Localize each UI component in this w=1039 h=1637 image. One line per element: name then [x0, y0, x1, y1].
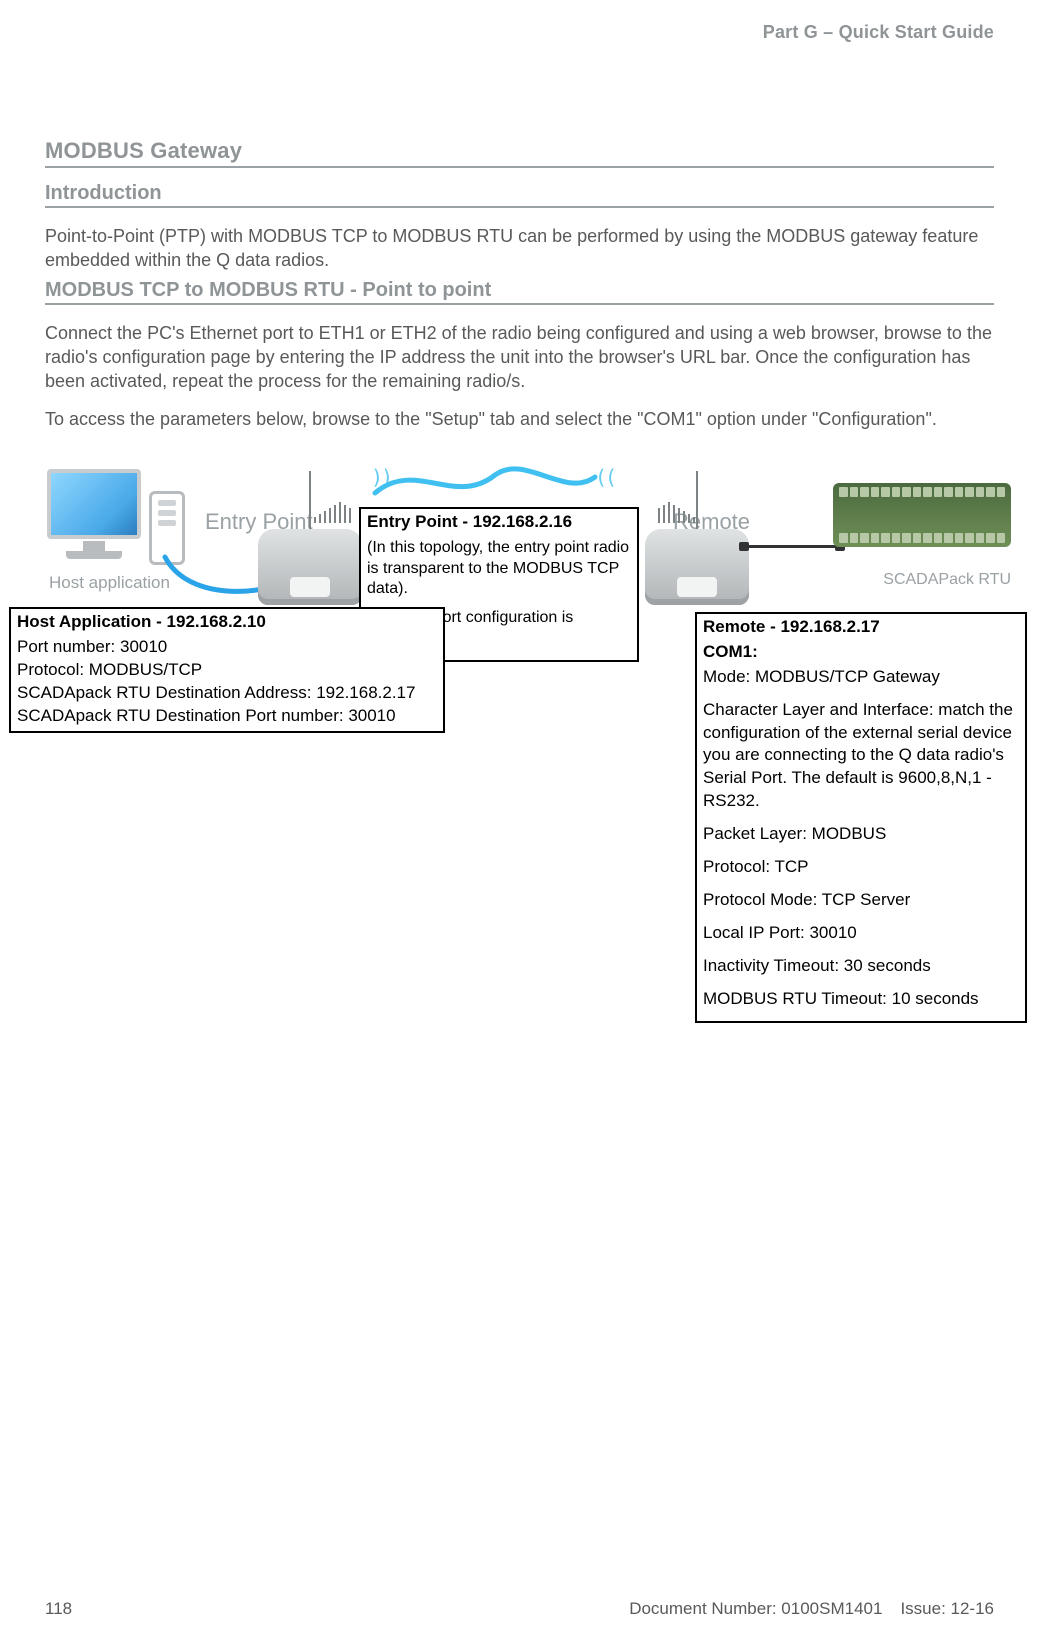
issue-number: Issue: 12-16 — [900, 1599, 994, 1619]
remote-callout-com1: COM1: — [703, 641, 1019, 664]
connect-paragraph: Connect the PC's Ethernet port to ETH1 o… — [45, 321, 994, 394]
page-footer: 118 Document Number: 0100SM1401 Issue: 1… — [45, 1599, 994, 1619]
host-caption: Host application — [49, 573, 170, 593]
remote-callout: Remote - 192.168.2.17 COM1: Mode: MODBUS… — [695, 612, 1027, 1023]
running-header: Part G – Quick Start Guide — [45, 22, 994, 43]
host-callout-title: Host Application - 192.168.2.10 — [11, 609, 443, 636]
remote-callout-l4: Protocol: TCP — [703, 856, 1019, 879]
host-callout-l1: Port number: 30010 — [17, 636, 437, 659]
intro-paragraph: Point-to-Point (PTP) with MODBUS TCP to … — [45, 224, 994, 273]
remote-callout-title: Remote - 192.168.2.17 — [697, 614, 1025, 641]
remote-callout-l3: Packet Layer: MODBUS — [703, 823, 1019, 846]
rtu-caption: SCADAPack RTU — [871, 571, 1011, 589]
remote-callout-l1: Mode: MODBUS/TCP Gateway — [703, 666, 1019, 689]
host-callout-l3: SCADApack RTU Destination Address: 192.1… — [17, 682, 437, 705]
remote-callout-l2: Character Layer and Interface: match the… — [703, 699, 1019, 814]
remote-callout-l5: Protocol Mode: TCP Server — [703, 889, 1019, 912]
document-number: Document Number: 0100SM1401 — [629, 1599, 882, 1619]
monitor-icon — [45, 469, 143, 567]
topology-diagram: Host application Entry Point )) — [45, 457, 993, 897]
host-app-callout: Host Application - 192.168.2.10 Port num… — [9, 607, 445, 734]
remote-callout-l6: Local IP Port: 30010 — [703, 922, 1019, 945]
host-callout-l4: SCADApack RTU Destination Port number: 3… — [17, 705, 437, 728]
section-heading: MODBUS Gateway — [45, 138, 994, 168]
host-callout-l2: Protocol: MODBUS/TCP — [17, 659, 437, 682]
serial-cable-icon — [747, 545, 837, 548]
remote-radio-icon — [645, 529, 749, 605]
entry-callout-line1: (In this topology, the entry point radio… — [367, 538, 631, 600]
entry-callout-title: Entry Point - 192.168.2.16 — [361, 509, 637, 536]
access-paragraph: To access the parameters below, browse t… — [45, 407, 994, 431]
remote-callout-l7: Inactivity Timeout: 30 seconds — [703, 955, 1019, 978]
entry-radio-icon — [258, 529, 362, 605]
page-number: 118 — [45, 1599, 72, 1619]
sub-heading-ptp: MODBUS TCP to MODBUS RTU - Point to poin… — [45, 279, 994, 305]
scadapack-rtu-icon — [833, 483, 1011, 567]
rf-wave-right-icon: (( — [595, 465, 615, 489]
remote-callout-l8: MODBUS RTU Timeout: 10 seconds — [703, 988, 1019, 1011]
sub-heading-introduction: Introduction — [45, 182, 994, 208]
